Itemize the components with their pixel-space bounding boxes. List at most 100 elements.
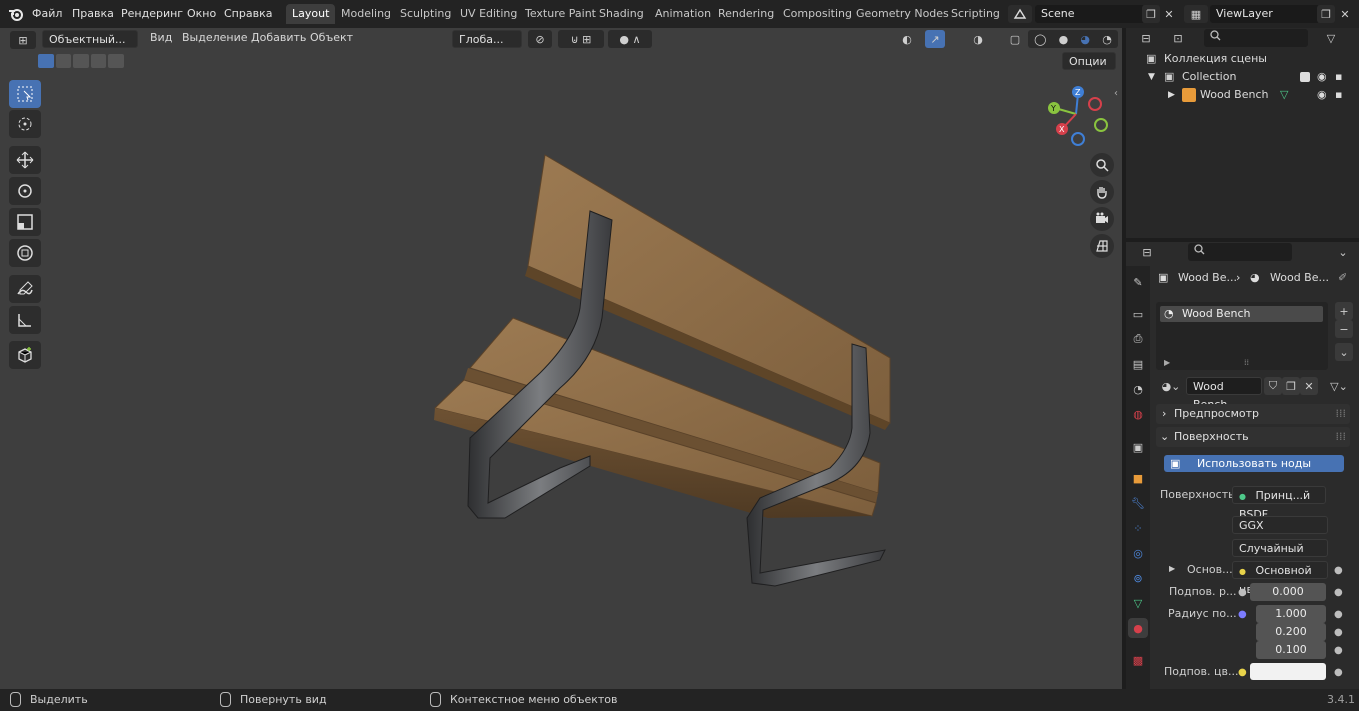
tab-layout[interactable]: Layout xyxy=(286,4,336,24)
collapse-sidebar-icon[interactable]: ‹ xyxy=(1114,88,1118,99)
keyframe-dot-icon[interactable]: ● xyxy=(1334,645,1343,656)
fake-user-icon[interactable]: ⛉ xyxy=(1264,377,1282,395)
radius-z-field[interactable]: 0.100 xyxy=(1256,641,1326,659)
options-dropdown[interactable]: Опции xyxy=(1062,52,1116,70)
keyframe-dot-icon[interactable]: ● xyxy=(1334,609,1343,620)
scale-icon[interactable] xyxy=(9,208,41,236)
tool-tab-icon[interactable]: ✎ xyxy=(1128,272,1148,292)
camera-icon[interactable] xyxy=(1090,207,1114,231)
tab-animation[interactable]: Animation xyxy=(649,4,717,24)
visibility-icon[interactable]: ◐ xyxy=(894,30,920,48)
measure-icon[interactable] xyxy=(9,306,41,334)
shading-modes[interactable]: ◯ ● ◕ ◔ xyxy=(1028,30,1118,48)
delete-scene-icon[interactable]: ✕ xyxy=(1160,5,1178,23)
proportional-edit-icon[interactable]: ● ∧ xyxy=(608,30,652,48)
menu-render[interactable]: Рендеринг xyxy=(121,7,183,20)
drag-handle-icon[interactable]: ⁞⁞⁞ xyxy=(1336,427,1347,447)
object-tab-icon[interactable]: ■ xyxy=(1128,468,1148,488)
remove-slot-icon[interactable]: − xyxy=(1335,320,1353,338)
tab-sculpting[interactable]: Sculpting xyxy=(394,4,457,24)
menu-edit[interactable]: Правка xyxy=(72,7,114,20)
select-intersect-icon[interactable] xyxy=(108,54,124,68)
material-filter-icon[interactable]: ▽⌄ xyxy=(1326,377,1352,395)
radius-x-field[interactable]: 1.000 xyxy=(1256,605,1326,623)
tab-uv-editing[interactable]: UV Editing xyxy=(454,4,523,24)
collection-checkbox[interactable] xyxy=(1300,72,1310,82)
menu-add[interactable]: Добавить xyxy=(251,31,306,44)
menu-window[interactable]: Окно xyxy=(187,7,216,20)
hand-icon[interactable] xyxy=(1090,180,1114,204)
outliner-row-wood-bench[interactable]: ▶ Wood Bench ▽ ◉ ▪ xyxy=(1126,86,1359,104)
base-color-expand-icon[interactable]: ▶ xyxy=(1169,564,1175,573)
modifier-tab-icon[interactable]: 🔧︎ xyxy=(1128,493,1148,513)
new-scene-icon[interactable]: ❐ xyxy=(1142,5,1160,23)
collection-tab-icon[interactable]: ▣ xyxy=(1128,437,1148,457)
subsurface-color-swatch[interactable] xyxy=(1250,663,1326,680)
add-cube-icon[interactable] xyxy=(9,341,41,369)
view-layer-field[interactable]: ViewLayer xyxy=(1210,5,1320,23)
grid-icon[interactable] xyxy=(1090,234,1114,258)
cursor-icon[interactable] xyxy=(9,110,41,138)
subsurface-method-dropdown[interactable]: Случайный об... xyxy=(1232,539,1328,573)
rendered-icon[interactable]: ◔ xyxy=(1102,33,1112,46)
filter-icon[interactable]: ▽ xyxy=(1318,29,1344,47)
select-new-icon[interactable] xyxy=(38,54,54,68)
tab-geometry-nodes[interactable]: Geometry Nodes xyxy=(850,4,955,24)
tab-compositing[interactable]: Compositing xyxy=(777,4,858,24)
scene-tab-icon[interactable]: ◔ xyxy=(1128,379,1148,399)
expand-arrow-icon[interactable]: ▶ xyxy=(1168,86,1175,104)
outliner-row-collection[interactable]: ▼ ▣ Collection ◉ ▪ xyxy=(1126,68,1359,86)
drag-handle-icon[interactable]: ⁞⁞⁞ xyxy=(1336,404,1347,424)
physics-tab-icon[interactable]: ◎ xyxy=(1128,543,1148,563)
mode-dropdown[interactable]: Объектный... xyxy=(42,30,138,48)
list-resize-handle[interactable]: ⁞⁞ xyxy=(1244,358,1249,367)
keyframe-dot-icon[interactable]: ● xyxy=(1334,565,1343,576)
texture-tab-icon[interactable]: ▩ xyxy=(1128,650,1148,670)
outliner-row-scene-collection[interactable]: ▣ Коллекция сцены xyxy=(1126,50,1359,68)
properties-editor-type-icon[interactable]: ⊟ xyxy=(1134,243,1160,261)
rotate-icon[interactable] xyxy=(9,177,41,205)
scene-selector-icon[interactable] xyxy=(1008,5,1032,23)
eye-icon[interactable]: ◉ xyxy=(1317,68,1327,86)
subsurface-value-field[interactable]: 0.000 xyxy=(1250,583,1326,601)
surface-section-header[interactable]: ⌄ Поверхность ⁞⁞⁞ xyxy=(1156,427,1350,447)
menu-help[interactable]: Справка xyxy=(224,7,272,20)
wireframe-icon[interactable]: ◯ xyxy=(1034,33,1046,46)
output-tab-icon[interactable]: ⎙ xyxy=(1128,329,1148,349)
zoom-icon[interactable] xyxy=(1090,153,1114,177)
editor-type-icon[interactable]: ⊞ xyxy=(10,31,36,49)
radius-y-field[interactable]: 0.200 xyxy=(1256,623,1326,641)
outliner-editor-type-icon[interactable]: ⊟ xyxy=(1134,29,1158,47)
scene-name-field[interactable]: Scene xyxy=(1035,5,1145,23)
particles-tab-icon[interactable]: ⁘ xyxy=(1128,518,1148,538)
eye-icon[interactable]: ◉ xyxy=(1317,86,1327,104)
surface-shader-field[interactable]: ● Принц...й BSDF xyxy=(1232,486,1326,521)
solid-icon[interactable]: ● xyxy=(1059,33,1069,46)
material-preview-icon[interactable]: ◕ xyxy=(1080,33,1090,46)
menu-view[interactable]: Вид xyxy=(150,31,172,44)
move-icon[interactable] xyxy=(9,146,41,174)
menu-select[interactable]: Выделение xyxy=(182,31,248,44)
snap-icon[interactable]: ⊍ ⊞ xyxy=(558,30,604,48)
blender-logo-icon[interactable] xyxy=(8,6,24,22)
tab-rendering[interactable]: Rendering xyxy=(712,4,780,24)
keyframe-dot-icon[interactable]: ● xyxy=(1334,667,1343,678)
base-color-field[interactable]: ● Основной цвет xyxy=(1232,561,1328,596)
tab-modeling[interactable]: Modeling xyxy=(335,4,397,24)
select-extend-icon[interactable] xyxy=(55,54,72,68)
select-box-tool[interactable] xyxy=(9,80,41,108)
slot-specials-icon[interactable]: ⌄ xyxy=(1335,343,1353,361)
properties-menu-icon[interactable]: ⌄ xyxy=(1334,243,1352,261)
tab-shading[interactable]: Shading xyxy=(593,4,650,24)
xray-icon[interactable]: ▢ xyxy=(1006,30,1024,48)
mesh-data-tab-icon[interactable]: ▽ xyxy=(1128,593,1148,613)
mesh-data-icon[interactable]: ▽ xyxy=(1280,86,1288,104)
material-tab-icon[interactable]: ● xyxy=(1128,618,1148,638)
pivot-icon[interactable]: ⊘ xyxy=(528,30,552,48)
world-tab-icon[interactable]: ◍ xyxy=(1128,404,1148,424)
3d-viewport[interactable] xyxy=(0,28,1122,689)
delete-view-layer-icon[interactable]: ✕ xyxy=(1336,5,1354,23)
add-slot-icon[interactable]: + xyxy=(1335,302,1353,320)
properties-search-input[interactable] xyxy=(1188,243,1292,261)
use-nodes-button[interactable]: ▣ Использовать ноды xyxy=(1164,455,1344,472)
